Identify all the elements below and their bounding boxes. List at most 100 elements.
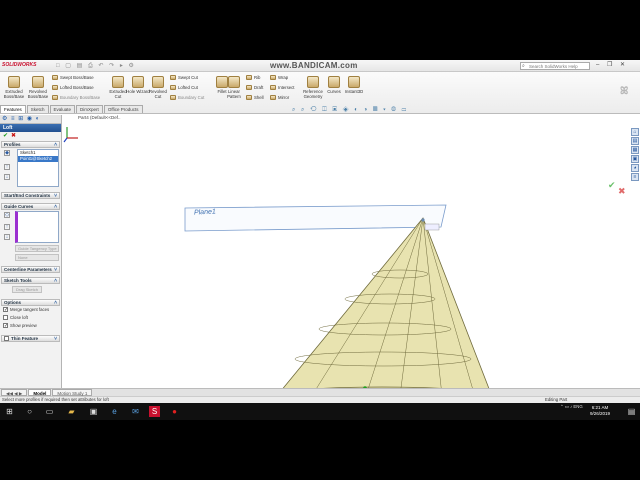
status-bar: Select more profiles if required then se… — [0, 396, 640, 403]
lofted-cut-button[interactable]: Lofted Cut — [170, 85, 198, 91]
help-search-input[interactable]: ⌕ Search SolidWorks Help — [520, 62, 590, 70]
search-icon[interactable]: ○ — [24, 406, 35, 417]
status-message: Select more profiles if required then se… — [2, 397, 109, 402]
expand-icon: ˅ — [54, 267, 57, 273]
ok-check-icon[interactable]: ✔ — [3, 133, 8, 139]
tab-office-products[interactable]: Office Products — [103, 105, 143, 113]
tab-dimxpert[interactable]: DimXpert — [76, 105, 103, 113]
ok-cancel-row: ✔ ✖ — [0, 132, 61, 140]
guide-curves-list[interactable] — [15, 211, 59, 243]
extrude-icon — [8, 76, 20, 88]
revolved-cut-button[interactable]: Revolved Cut — [146, 76, 170, 99]
revolved-boss-button[interactable]: Revolved Boss/Base — [26, 76, 50, 99]
options-header[interactable]: Options ˄ — [1, 299, 60, 306]
sketch-tools-header[interactable]: Sketch Tools ˄ — [1, 277, 60, 284]
store-icon[interactable]: ▣ — [88, 406, 99, 417]
close-loft-checkbox[interactable]: Close loft — [3, 315, 28, 321]
cancel-x-icon[interactable]: ✖ — [11, 133, 16, 139]
revolved-cut-icon — [152, 76, 164, 88]
sweep-icon — [52, 75, 58, 81]
expand-icon: ˅ — [54, 193, 57, 199]
move-down-button[interactable]: ↓ — [4, 174, 10, 180]
move-up-button[interactable]: ↑ — [4, 224, 10, 230]
boundary-cut-button[interactable]: Boundary Cut — [170, 95, 204, 101]
swept-cut-button[interactable]: Swept Cut — [170, 75, 198, 81]
tab-features[interactable]: Features — [0, 105, 26, 113]
file-explorer-icon[interactable]: ▰ — [66, 406, 77, 417]
merge-tangent-faces-checkbox[interactable]: ✓ Merge tangent faces — [3, 307, 49, 313]
thin-feature-header[interactable]: Thin Feature ˅ — [1, 335, 60, 342]
tab-sketch[interactable]: Sketch — [26, 105, 49, 113]
checkbox-unchecked — [3, 315, 8, 321]
system-tray[interactable]: ⌃ ▭ ♪ ENG — [560, 404, 583, 410]
wrap-button[interactable]: Wrap — [270, 75, 288, 81]
mirror-button[interactable]: Mirror — [270, 95, 289, 101]
mail-icon[interactable]: ✉ — [130, 406, 141, 417]
instant3d-button[interactable]: Instant3D — [342, 76, 366, 94]
custom-properties-icon[interactable]: ≡ — [631, 173, 639, 181]
linear-pattern-icon — [228, 76, 240, 88]
heads-up-view-toolbar[interactable]: ⌕ ⌕ ⟲ ◫ ▣ ◈ ◐ ◑ ▦ ▾ ◍ ▭ — [292, 107, 408, 114]
reference-geometry-icon — [307, 76, 319, 88]
command-tabs: Features Sketch Evaluate DimXpert Office Pro… — [0, 105, 144, 113]
file-explorer-icon[interactable]: ▦ — [631, 146, 639, 154]
graphics-area[interactable]: Plane1 ✔ ✖ — [63, 124, 630, 388]
solidworks-window: SOLIDWORKS □ ▢ ▤ ⎙ ↶ ↷ ▸ ⚙ www.BANDICAM.… — [0, 60, 640, 420]
appearances-icon[interactable]: ◕ — [631, 164, 639, 172]
resources-icon[interactable]: ⌂ — [631, 128, 639, 136]
checkbox-checked: ✓ — [3, 307, 9, 314]
lofted-cut-icon — [170, 85, 176, 91]
property-manager: ⚙ ≡ ⊞ ◉ ◐ Loft ✔ ✖ Profiles ˄ ◆ ↑ ↓ Sketch… — [0, 115, 62, 409]
task-view-icon[interactable]: ▭ — [44, 406, 55, 417]
task-pane-tabs: ⌂ ▤ ▦ ▣ ◕ ≡ — [630, 128, 640, 182]
rib-button[interactable]: Rib — [246, 75, 260, 81]
window-controls[interactable]: – ❐ ✕ — [596, 61, 628, 68]
help-search-placeholder: Search SolidWorks Help — [529, 64, 578, 69]
linear-pattern-button[interactable]: Linear Pattern — [222, 76, 246, 99]
edge-icon[interactable]: e — [109, 406, 120, 417]
loft-preview-svg — [184, 204, 490, 388]
drag-sketch-button[interactable]: Drag Sketch — [12, 286, 42, 293]
extruded-boss-button[interactable]: Extruded Boss/Base — [2, 76, 26, 99]
shell-button[interactable]: Shell — [246, 95, 264, 101]
intersect-button[interactable]: Intersect — [270, 85, 294, 91]
bandicam-taskbar-icon[interactable]: ● — [169, 406, 180, 417]
profiles-section-header[interactable]: Profiles ˄ — [1, 141, 60, 148]
solidworks-taskbar-icon[interactable]: S — [149, 406, 160, 417]
plane1-label: Plane1 — [193, 208, 216, 217]
panel-tabs[interactable]: ⚙ ≡ ⊞ ◉ ◐ — [0, 115, 61, 124]
swept-boss-button[interactable]: Swept Boss/Base — [52, 75, 94, 81]
confirm-corner-ok-icon[interactable]: ✔ — [608, 180, 616, 191]
profile-item-selected[interactable]: Point1@Sketch2 — [18, 156, 58, 162]
nav-arrows[interactable]: ◀◀ ◀ ▶ — [1, 389, 28, 396]
guide-none-dropdown[interactable]: None — [15, 254, 59, 261]
show-preview-checkbox[interactable]: ✓ Show preview — [3, 323, 37, 329]
profiles-list[interactable]: Sketch1 Point1@Sketch2 — [17, 149, 59, 187]
view-palette-icon[interactable]: ▣ — [631, 155, 639, 163]
plane1-outline — [184, 204, 447, 232]
boundary-boss-button[interactable]: Boundary Boss/Base — [52, 95, 100, 101]
profile-callout — [424, 223, 440, 231]
windows-start-icon[interactable]: ⊞ — [4, 406, 15, 417]
wrap-icon — [270, 75, 276, 81]
start-end-constraints-header[interactable]: Start/End Constraints ˅ — [1, 192, 60, 199]
lofted-boss-button[interactable]: Lofted Boss/Base — [52, 85, 94, 91]
centerline-parameters-header[interactable]: Centerline Parameters ˅ — [1, 266, 60, 273]
design-library-icon[interactable]: ▤ — [631, 137, 639, 145]
guide-curves-header[interactable]: Guide Curves ˄ — [1, 203, 60, 210]
tab-motion-study[interactable]: Motion Study 1 — [52, 389, 93, 396]
quick-access-toolbar[interactable]: □ ▢ ▤ ⎙ ↶ ↷ ▸ ⚙ — [56, 62, 136, 70]
sketch-tools-section: Drag Sketch — [0, 284, 61, 296]
move-down-button[interactable]: ↓ — [4, 234, 10, 240]
move-up-button[interactable]: ↑ — [4, 164, 10, 170]
guide-tangency-dropdown[interactable]: Guide Tangency Type — [15, 245, 59, 252]
clock[interactable]: 6:21 AM 9/26/2019 — [590, 405, 610, 417]
profiles-section: ◆ ↑ ↓ Sketch1 Point1@Sketch2 — [0, 148, 61, 190]
rib-icon — [246, 75, 252, 81]
confirm-corner-cancel-icon[interactable]: ✖ — [618, 186, 626, 197]
notification-icon[interactable]: ▤ — [626, 406, 637, 417]
draft-button[interactable]: Draft — [246, 85, 263, 91]
tab-model[interactable]: Model — [28, 389, 52, 396]
tab-evaluate[interactable]: Evaluate — [49, 105, 76, 113]
feature-tree-flyout[interactable]: Part4 (Default<<Def.. — [78, 115, 121, 120]
